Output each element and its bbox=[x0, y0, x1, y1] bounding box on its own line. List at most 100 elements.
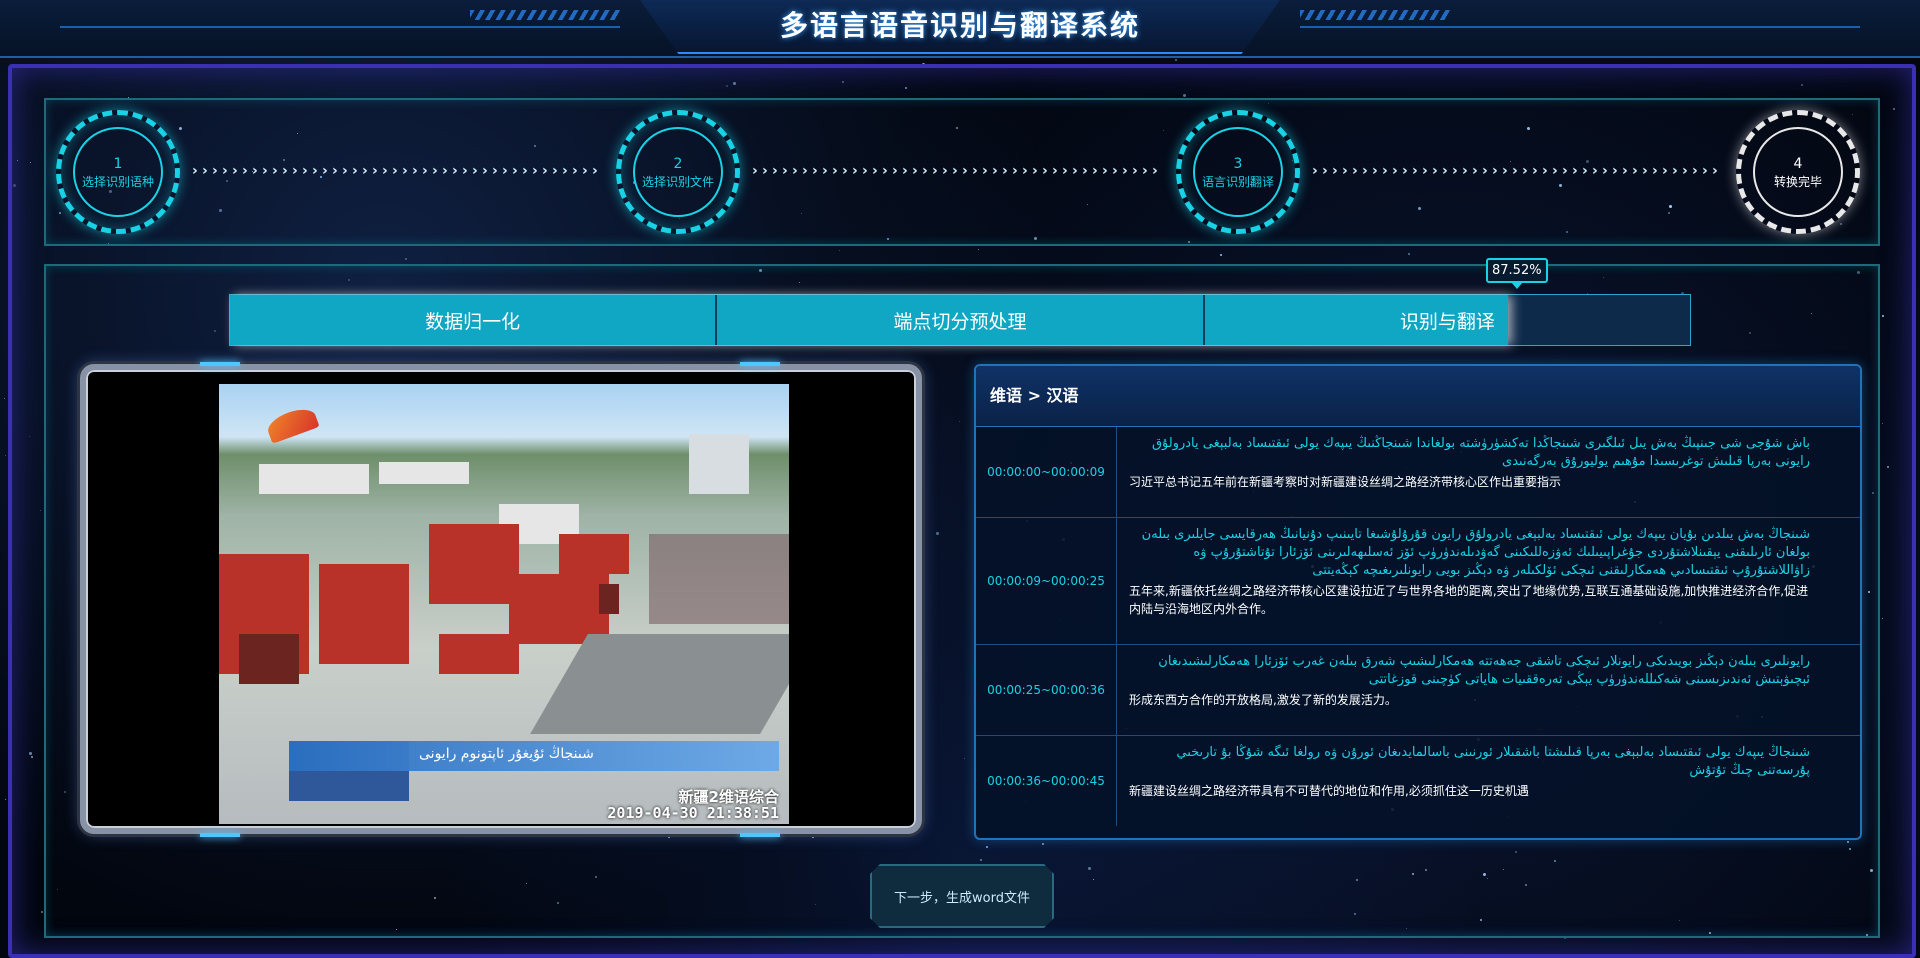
uyghur-text: باش شۇجى شى جىنپىڭ بەش يىل ئىلگىرى شىنجا… bbox=[1151, 436, 1810, 469]
chevron-right-icon: › bbox=[1632, 164, 1638, 178]
chevron-right-icon: › bbox=[312, 164, 318, 178]
video-frame-glow bbox=[740, 833, 780, 837]
chevron-right-icon: › bbox=[1662, 164, 1668, 178]
video-caption: شىنجاڭ ئۇيغۇر ئاپتونوم رايونى bbox=[419, 746, 594, 762]
chevron-right-icon: › bbox=[1132, 164, 1138, 178]
chevron-right-icon: › bbox=[292, 164, 298, 178]
step-number: 2 bbox=[673, 155, 683, 172]
segment-time: 00:00:09~00:00:25 bbox=[976, 518, 1117, 644]
step-label: 转换完毕 bbox=[1773, 174, 1822, 189]
chevron-right-icon: › bbox=[1022, 164, 1028, 178]
chevron-right-icon: › bbox=[1102, 164, 1108, 178]
chevron-right-icon: › bbox=[512, 164, 518, 178]
step-4: 4 转换完毕 bbox=[1736, 110, 1860, 234]
segment-body: شىنجاڭ بەش يىلدىن بۇيان يىپەك يولى ئىقتى… bbox=[1117, 518, 1860, 644]
translation-row[interactable]: 00:00:36~00:00:45 شىنجاڭ يىپەك يولى ئىقت… bbox=[976, 736, 1860, 826]
chevron-right-icon: › bbox=[1112, 164, 1118, 178]
chevron-right-icon: › bbox=[1582, 164, 1588, 178]
chevron-right-icon: › bbox=[1432, 164, 1438, 178]
translation-row[interactable]: 00:00:09~00:00:25 شىنجاڭ بەش يىلدىن بۇيا… bbox=[976, 518, 1860, 645]
chevron-right-icon: › bbox=[1342, 164, 1348, 178]
chevron-right-icon: › bbox=[792, 164, 798, 178]
steps-panel: 1 选择识别语种 › › › › › › › › › › › › › › › › › › › › › › › › › › › › › › ›… bbox=[44, 98, 1880, 246]
tab-endpoint-segmentation[interactable]: 端点切分预处理 bbox=[717, 295, 1205, 345]
chevron-right-icon: › bbox=[862, 164, 868, 178]
step-2: 2 选择识别文件 bbox=[616, 110, 740, 234]
segment-time: 00:00:00~00:00:09 bbox=[976, 427, 1117, 517]
chevron-right-icon: › bbox=[1512, 164, 1518, 178]
chevron-right-icon: › bbox=[912, 164, 918, 178]
video-frame-glow bbox=[740, 362, 780, 366]
chevron-right-icon: › bbox=[952, 164, 958, 178]
chevron-right-icon: › bbox=[1142, 164, 1148, 178]
chevron-right-icon: › bbox=[852, 164, 858, 178]
chevron-right-icon: › bbox=[972, 164, 978, 178]
chevron-right-icon: › bbox=[392, 164, 398, 178]
chevron-right-icon: › bbox=[812, 164, 818, 178]
chevron-right-icon: › bbox=[842, 164, 848, 178]
chevron-right-icon: › bbox=[1522, 164, 1528, 178]
tab-normalize[interactable]: 数据归一化 bbox=[230, 295, 718, 345]
video-frame-glow bbox=[200, 833, 240, 837]
star-decoration bbox=[5, 799, 6, 800]
chevron-right-icon: › bbox=[1392, 164, 1398, 178]
chevron-right-icon: › bbox=[902, 164, 908, 178]
segment-body: شىنجاڭ يىپەك يولى ئىقتىساد بەلبېغى بەرپا… bbox=[1117, 736, 1860, 826]
chevron-right-icon: › bbox=[1452, 164, 1458, 178]
chevron-right-icon: › bbox=[1072, 164, 1078, 178]
chevron-right-icon: › bbox=[942, 164, 948, 178]
chevron-right-icon: › bbox=[832, 164, 838, 178]
chevron-right-icon: › bbox=[212, 164, 218, 178]
chevron-right-icon: › bbox=[1152, 164, 1158, 178]
chevron-right-icon: › bbox=[892, 164, 898, 178]
chevron-right-icon: › bbox=[1502, 164, 1508, 178]
step-3: 3 语言识别翻译 bbox=[1176, 110, 1300, 234]
chevron-right-icon: › bbox=[1322, 164, 1328, 178]
chevron-right-icon: › bbox=[1382, 164, 1388, 178]
chevron-right-icon: › bbox=[1052, 164, 1058, 178]
translation-row[interactable]: 00:00:00~00:00:09 باش شۇجى شى جىنپىڭ بەش… bbox=[976, 427, 1860, 518]
channel-logo-icon bbox=[264, 404, 320, 444]
chevron-right-icon: › bbox=[1042, 164, 1048, 178]
chevron-right-icon: › bbox=[1532, 164, 1538, 178]
chevron-right-icon: › bbox=[382, 164, 388, 178]
chevron-right-icon: › bbox=[482, 164, 488, 178]
chevron-right-icon: › bbox=[342, 164, 348, 178]
uyghur-text: شىنجاڭ يىپەك يولى ئىقتىساد بەلبېغى بەرپا… bbox=[1176, 745, 1810, 778]
chevron-right-icon: › bbox=[442, 164, 448, 178]
chevron-right-icon: › bbox=[502, 164, 508, 178]
chinese-text: 新疆建设丝绸之路经济带具有不可替代的地位和作用,必须抓住这一历史机遇 bbox=[1129, 784, 1529, 798]
chevron-right-icon: › bbox=[1372, 164, 1378, 178]
step-1: 1 选择识别语种 bbox=[56, 110, 180, 234]
star-decoration bbox=[4, 398, 5, 399]
translation-row[interactable]: 00:00:25~00:00:36 رايونلىرى بىلەن دېڭىز … bbox=[976, 645, 1860, 736]
chevron-right-icon: › bbox=[1652, 164, 1658, 178]
segment-body: باش شۇجى شى جىنپىڭ بەش يىل ئىلگىرى شىنجا… bbox=[1117, 427, 1860, 517]
chevron-right-icon: › bbox=[932, 164, 938, 178]
chevron-right-icon: › bbox=[1602, 164, 1608, 178]
chevron-right-icon: › bbox=[532, 164, 538, 178]
chevron-right-icon: › bbox=[1362, 164, 1368, 178]
chevron-right-icon: › bbox=[422, 164, 428, 178]
chevron-right-icon: › bbox=[1402, 164, 1408, 178]
chevron-right-icon: › bbox=[802, 164, 808, 178]
chevron-right-icon: › bbox=[1482, 164, 1488, 178]
chevron-right-icon: › bbox=[282, 164, 288, 178]
chevron-right-icon: › bbox=[882, 164, 888, 178]
chevron-right-icon: › bbox=[262, 164, 268, 178]
star-decoration bbox=[1175, 59, 1177, 61]
chevron-right-icon: › bbox=[1472, 164, 1478, 178]
next-generate-word-button[interactable]: 下一步，生成word文件 bbox=[870, 864, 1054, 928]
chevron-right-icon: › bbox=[982, 164, 988, 178]
chevron-right-icon: › bbox=[962, 164, 968, 178]
chevron-right-icon: › bbox=[822, 164, 828, 178]
step-number: 3 bbox=[1233, 155, 1243, 172]
chevron-right-icon: › bbox=[1352, 164, 1358, 178]
chevron-right-icon: › bbox=[1462, 164, 1468, 178]
chevron-right-icon: › bbox=[452, 164, 458, 178]
chevron-right-icon: › bbox=[1612, 164, 1618, 178]
chevron-right-icon: › bbox=[782, 164, 788, 178]
chevron-right-icon: › bbox=[372, 164, 378, 178]
step-connector-2: › › › › › › › › › › › › › › › › › › › › › › › › › › › › › › › › › › › › › › › ›… bbox=[752, 164, 1166, 178]
tab-recognize-translate[interactable]: 识别与翻译 bbox=[1205, 295, 1690, 345]
